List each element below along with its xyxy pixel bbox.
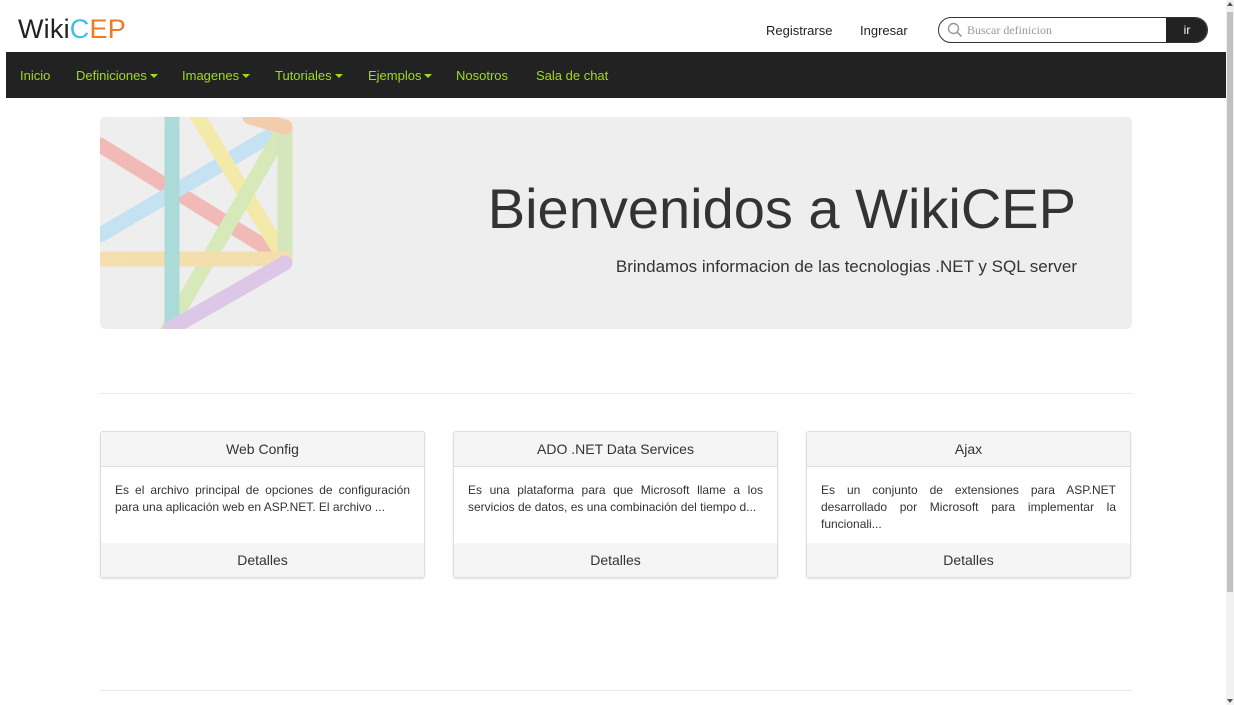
details-button[interactable]: Detalles (454, 543, 777, 577)
hero-title: Bienvenidos a WikiCEP (487, 177, 1076, 240)
nav-item-label: Inicio (20, 68, 51, 83)
logo-text-ep: EP (89, 14, 126, 44)
login-link[interactable]: Ingresar (860, 23, 908, 38)
search-button[interactable]: ir (1166, 18, 1207, 42)
nav-item-label: Nosotros (456, 68, 509, 83)
logo-text-wiki: Wiki (18, 14, 70, 44)
nav-item-definiciones[interactable]: Definiciones (76, 68, 158, 83)
card-web-config: Web Config Es el archivo principal de op… (100, 431, 425, 578)
card-title: Ajax (807, 432, 1130, 467)
nav-item-imagenes[interactable]: Imagenes (182, 68, 251, 83)
caret-down-icon (242, 74, 251, 78)
nav-item-label: Definiciones (76, 68, 147, 83)
caret-down-icon (334, 74, 343, 78)
scroll-up-arrow-icon[interactable] (1227, 2, 1233, 6)
hero-banner: Bienvenidos a WikiCEP Brindamos informac… (100, 117, 1132, 329)
nav-item-label: Ejemplos (368, 68, 422, 83)
nav-item-label: Sala de chat (536, 68, 609, 83)
card-title: Web Config (101, 432, 424, 467)
logo-text-c: C (69, 14, 90, 44)
nav-item-ejemplos[interactable]: Ejemplos (368, 68, 433, 83)
register-link[interactable]: Registrarse (766, 23, 832, 38)
top-header: WikiCEP Registrarse Ingresar ir (0, 0, 1226, 52)
card-body: Es un conjunto de extensiones para ASP.N… (821, 483, 1116, 531)
section-divider (100, 393, 1132, 394)
nav-item-tutoriales[interactable]: Tutoriales (275, 68, 343, 83)
footer-divider (100, 690, 1132, 691)
nav-item-nosotros[interactable]: Nosotros (456, 68, 508, 83)
card-ado-net-data-services: ADO .NET Data Services Es una plataforma… (453, 431, 778, 578)
nav-item-label: Imagenes (182, 68, 240, 83)
scroll-down-arrow-icon[interactable] (1227, 699, 1233, 703)
search-input[interactable] (967, 20, 1167, 40)
nav-item-inicio[interactable]: Inicio (20, 68, 50, 83)
nav-item-label: Tutoriales (275, 68, 332, 83)
card-title: ADO .NET Data Services (454, 432, 777, 467)
hero-subtitle: Brindamos informacion de las tecnologias… (615, 257, 1077, 276)
search-box: ir (938, 17, 1208, 43)
scrollbar-thumb[interactable] (1227, 12, 1233, 592)
details-button[interactable]: Detalles (807, 543, 1130, 577)
card-body: Es el archivo principal de opciones de c… (115, 483, 410, 514)
nav-item-sala-de-chat[interactable]: Sala de chat (536, 68, 608, 83)
card-body: Es una plataforma para que Microsoft lla… (468, 483, 763, 514)
details-button[interactable]: Detalles (101, 543, 424, 577)
search-icon (947, 22, 963, 38)
caret-down-icon (424, 74, 433, 78)
caret-down-icon (149, 74, 158, 78)
site-logo[interactable]: WikiCEP (18, 13, 126, 45)
main-navbar: Inicio Definiciones Imagenes Tutoriales … (6, 52, 1226, 98)
card-ajax: Ajax Es un conjunto de extensiones para … (806, 431, 1131, 578)
